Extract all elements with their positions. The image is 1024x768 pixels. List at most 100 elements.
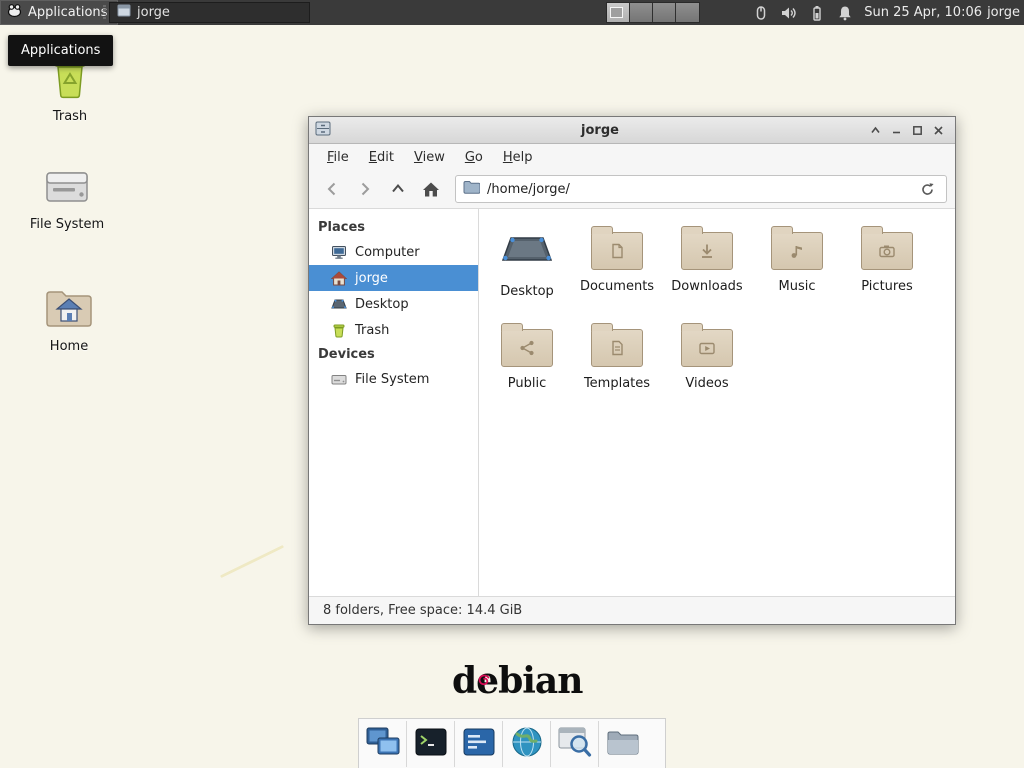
video-emblem-icon	[682, 330, 732, 366]
workspace-3[interactable]	[653, 3, 676, 22]
sidebar-item-trash[interactable]: Trash	[309, 317, 478, 343]
camera-emblem-icon	[862, 233, 912, 269]
folder-icon	[591, 329, 643, 367]
task-window-label: jorge	[137, 5, 170, 20]
desktop-icon-home[interactable]: Home	[23, 286, 115, 354]
applications-menu-button[interactable]: Applications	[0, 0, 118, 25]
displays-icon	[366, 727, 400, 761]
launcher-display-settings[interactable]	[359, 720, 406, 768]
file-desktop[interactable]: Desktop	[482, 223, 572, 320]
reload-button[interactable]	[915, 177, 939, 201]
sidebar-item-label: File System	[355, 372, 429, 387]
path-bar[interactable]: /home/jorge/	[455, 175, 947, 203]
applications-menu-icon	[7, 3, 22, 22]
file-label: Desktop	[500, 284, 554, 299]
panel-username[interactable]: jorge	[987, 0, 1020, 25]
file-videos[interactable]: Videos	[662, 320, 752, 417]
magnifier-icon	[558, 726, 592, 761]
sidebar-item-label: Computer	[355, 245, 420, 260]
wallpaper-line	[220, 545, 284, 578]
workspace-window-preview	[610, 7, 623, 18]
minimize-button[interactable]	[886, 121, 907, 140]
path-folder-icon	[463, 180, 480, 198]
system-tray	[752, 0, 853, 25]
music-emblem-icon	[772, 233, 822, 269]
file-downloads[interactable]: Downloads	[662, 223, 752, 320]
notifications-bell-icon[interactable]	[836, 4, 853, 21]
sidebar-item-label: jorge	[355, 271, 388, 286]
sidebar-item-file-system[interactable]: File System	[309, 366, 478, 392]
trash-icon	[330, 322, 347, 339]
close-button[interactable]	[928, 121, 949, 140]
file-documents[interactable]: Documents	[572, 223, 662, 320]
drive-icon	[44, 166, 90, 212]
file-manager-window: jorge File Edit View Go Help	[308, 116, 956, 625]
launcher-terminal[interactable]	[407, 720, 454, 768]
maximize-button[interactable]	[907, 121, 928, 140]
battery-icon[interactable]	[808, 4, 825, 21]
folder-icon	[606, 728, 640, 760]
sidebar: Places Computer	[309, 209, 479, 596]
panel-clock[interactable]: Sun 25 Apr, 10:06	[864, 0, 982, 25]
debian-swirl-icon	[475, 657, 493, 699]
workspace-switcher	[606, 2, 700, 23]
menu-go[interactable]: Go	[455, 146, 493, 169]
desktop-icon-file-system[interactable]: File System	[21, 166, 113, 232]
debian-logo-text: debian	[452, 660, 582, 702]
titlebar[interactable]: jorge	[309, 117, 955, 144]
workspace-1[interactable]	[607, 3, 630, 22]
shade-button[interactable]	[865, 121, 886, 140]
sidebar-places-header: Places	[309, 216, 478, 239]
up-button[interactable]	[383, 175, 413, 203]
back-button[interactable]	[317, 175, 347, 203]
home-button[interactable]	[416, 175, 446, 203]
launcher-app-finder[interactable]	[551, 720, 598, 768]
menu-edit[interactable]: Edit	[359, 146, 404, 169]
file-music[interactable]: Music	[752, 223, 842, 320]
debian-logo: debian	[452, 660, 612, 706]
desktop-special-icon	[501, 229, 553, 275]
volume-icon[interactable]	[780, 4, 797, 21]
file-label: Music	[779, 279, 816, 294]
folder-icon	[501, 329, 553, 367]
menu-file[interactable]: File	[317, 146, 359, 169]
mouse-device-icon[interactable]	[752, 4, 769, 21]
drive-icon	[330, 371, 347, 388]
menu-view[interactable]: View	[404, 146, 455, 169]
launcher-settings-editor[interactable]	[455, 720, 502, 768]
folder-icon	[591, 232, 643, 270]
folder-icon	[861, 232, 913, 270]
launcher-file-manager[interactable]	[599, 720, 646, 768]
blue-list-icon	[463, 727, 495, 761]
taskbar-window-button[interactable]: jorge	[109, 2, 310, 23]
desktop-icon-label: File System	[30, 217, 104, 232]
menu-help[interactable]: Help	[493, 146, 543, 169]
file-templates[interactable]: Templates	[572, 320, 662, 417]
file-pictures[interactable]: Pictures	[842, 223, 932, 320]
terminal-icon	[415, 727, 447, 761]
file-list: Desktop Documents	[479, 209, 955, 596]
forward-button[interactable]	[350, 175, 380, 203]
folder-icon	[681, 232, 733, 270]
sidebar-item-computer[interactable]: Computer	[309, 239, 478, 265]
applications-tooltip: Applications	[8, 35, 113, 66]
sidebar-item-desktop[interactable]: Desktop	[309, 291, 478, 317]
task-window-icon	[117, 4, 131, 21]
share-emblem-icon	[502, 330, 552, 366]
menubar: File Edit View Go Help	[309, 144, 955, 170]
workspace-4[interactable]	[676, 3, 699, 22]
status-bar: 8 folders, Free space: 14.4 GiB	[309, 596, 955, 624]
dock-panel	[358, 718, 666, 768]
file-label: Pictures	[861, 279, 912, 294]
workspace-2[interactable]	[630, 3, 653, 22]
folder-icon	[771, 232, 823, 270]
sidebar-item-jorge[interactable]: jorge	[309, 265, 478, 291]
file-public[interactable]: Public	[482, 320, 572, 417]
computer-icon	[330, 244, 347, 261]
desktop-icon-label: Home	[50, 339, 88, 354]
folder-icon	[681, 329, 733, 367]
launcher-web-browser[interactable]	[503, 720, 550, 768]
home-folder-icon	[44, 286, 94, 334]
desktop-icon-label: Trash	[53, 109, 87, 124]
download-emblem-icon	[682, 233, 732, 269]
